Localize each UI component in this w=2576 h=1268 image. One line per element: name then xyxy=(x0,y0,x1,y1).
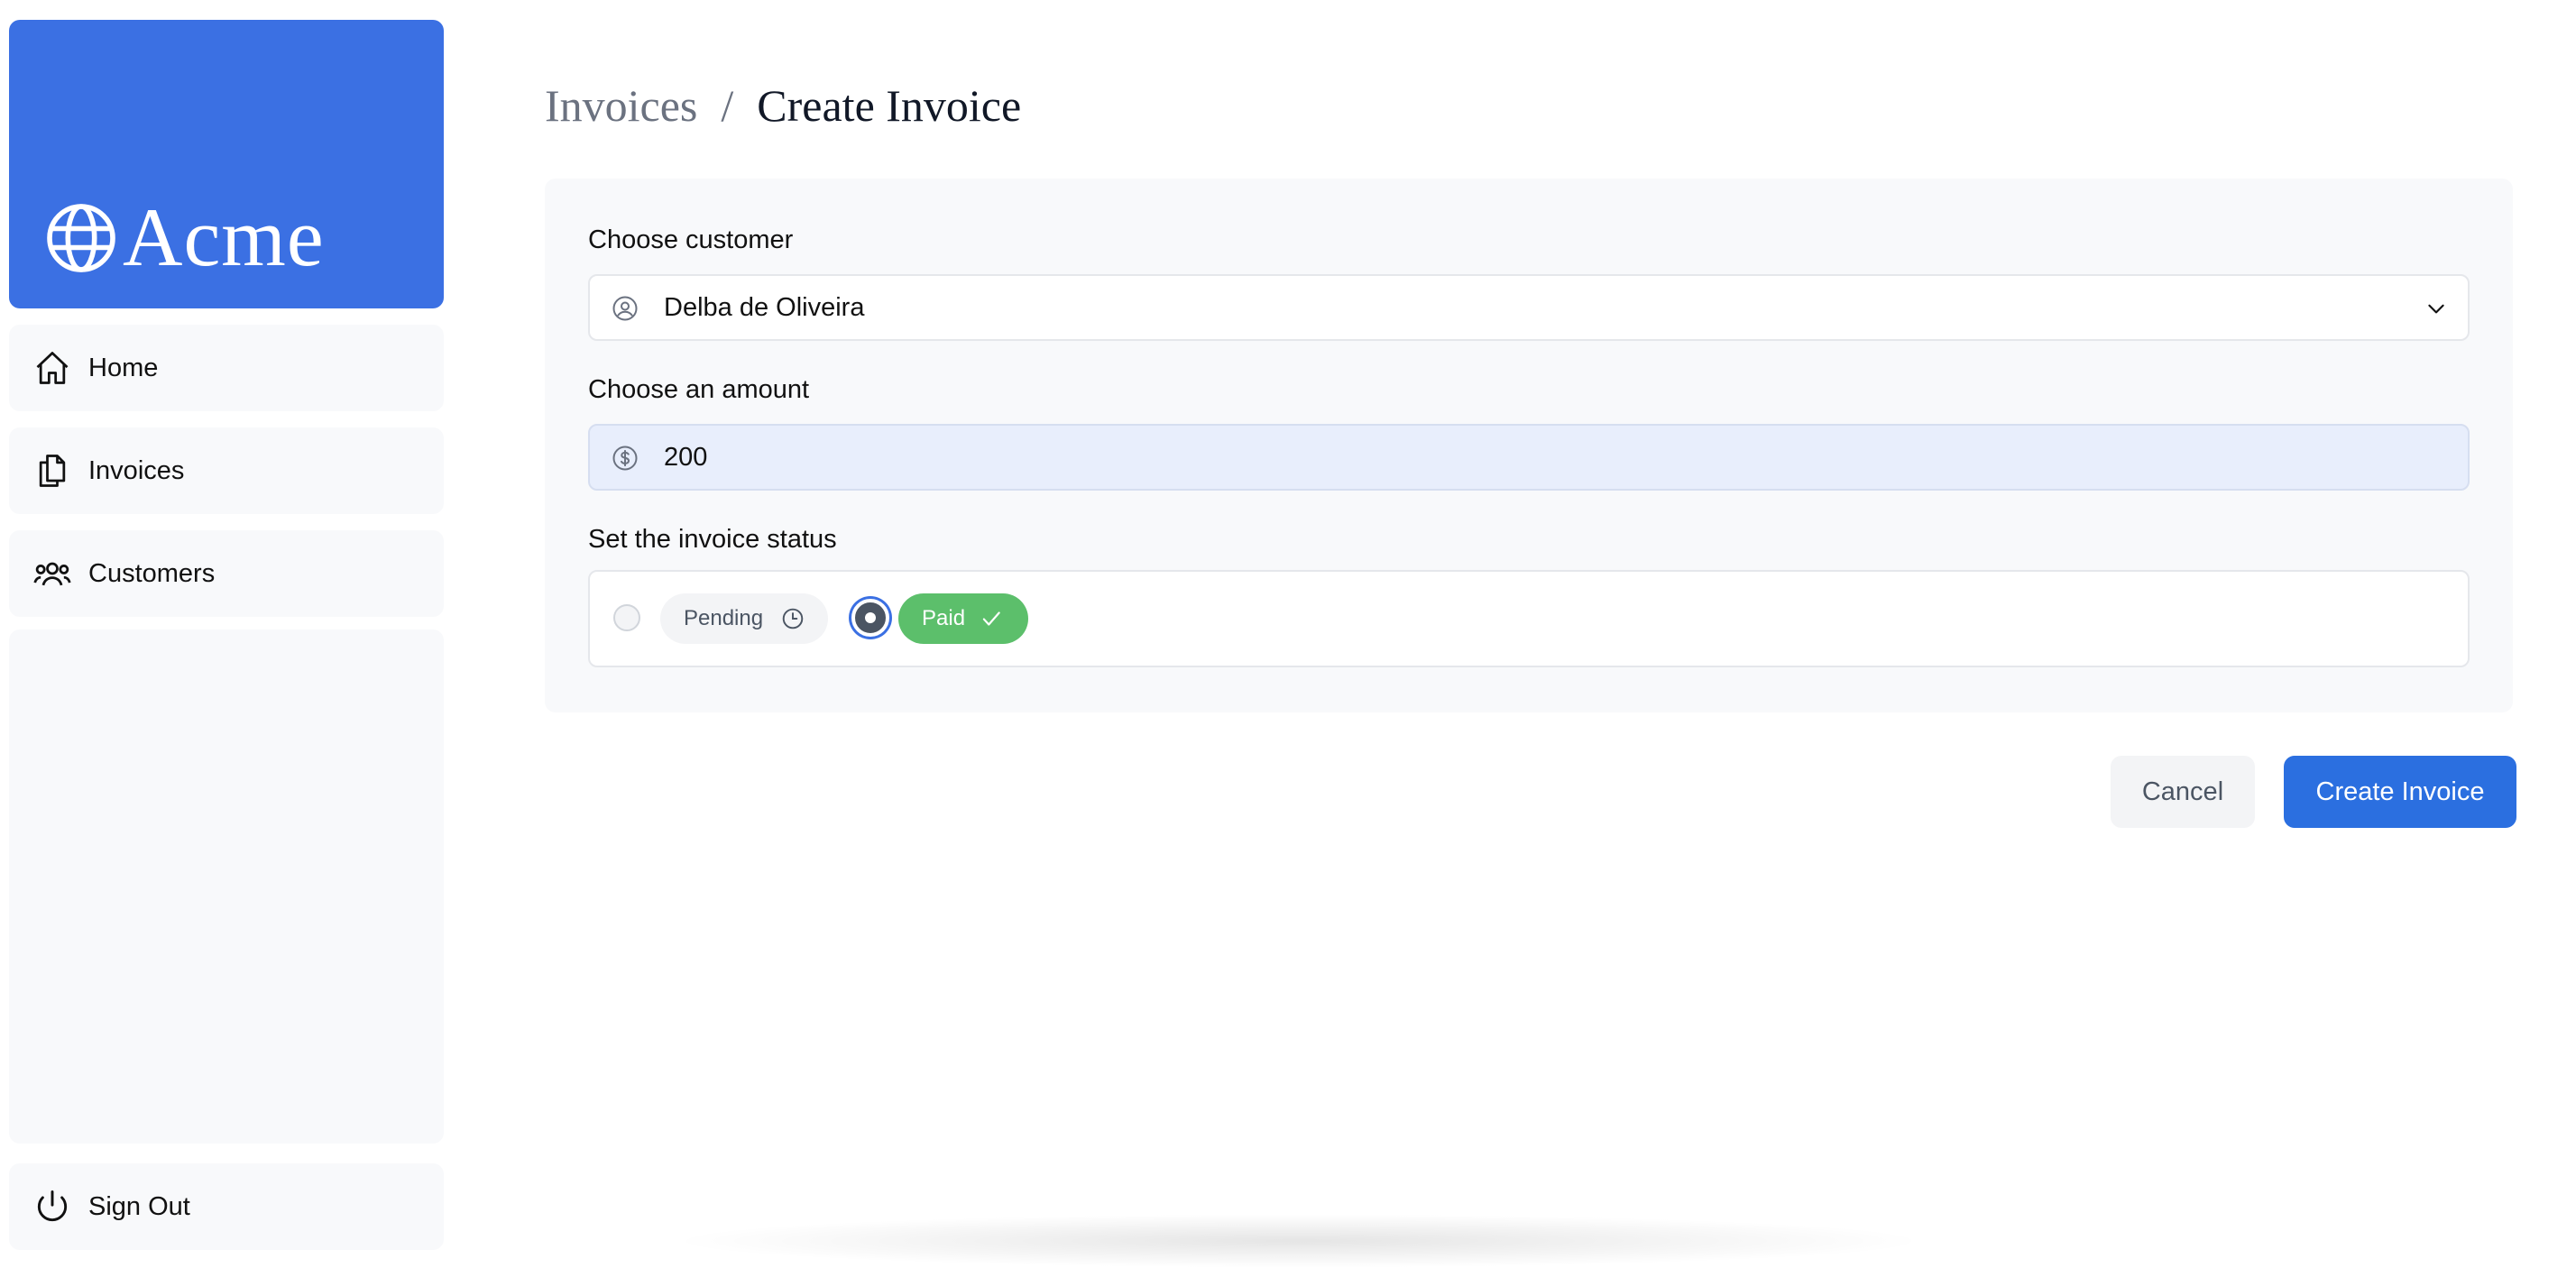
invoice-form: Choose customer Delba de Oliveira Choose… xyxy=(545,179,2513,712)
sidebar-item-label: Home xyxy=(88,354,159,382)
sidebar-item-invoices[interactable]: Invoices xyxy=(9,427,444,514)
customer-select[interactable]: Delba de Oliveira xyxy=(588,274,2470,341)
paid-text: Paid xyxy=(922,606,966,630)
sidebar-item-label: Invoices xyxy=(88,456,185,485)
check-icon xyxy=(982,611,1000,626)
pending-text: Pending xyxy=(684,606,764,630)
status-radio-group: Pending Paid xyxy=(588,570,2470,667)
breadcrumb-link-invoices[interactable]: Invoices xyxy=(545,74,697,137)
user-circle-icon xyxy=(612,296,638,321)
status-paid-label[interactable]: Paid xyxy=(898,593,1028,644)
status-label: Set the invoice status xyxy=(588,525,837,554)
customer-label: Choose customer xyxy=(588,225,794,254)
amount-value: 200 xyxy=(664,443,708,472)
amount-input[interactable]: 200 xyxy=(588,424,2470,491)
documents-icon xyxy=(39,455,66,487)
breadcrumb-separator: / xyxy=(721,80,734,131)
amount-label: Choose an amount xyxy=(588,375,810,404)
chevron-down-icon xyxy=(2428,304,2444,314)
status-pending-label[interactable]: Pending xyxy=(660,593,828,644)
power-icon xyxy=(37,1190,68,1222)
page-title: Create Invoice xyxy=(757,80,1022,131)
users-icon xyxy=(33,562,71,586)
brand-logo[interactable]: Acme xyxy=(9,20,444,308)
sidebar-item-home[interactable]: Home xyxy=(9,325,444,411)
home-icon xyxy=(36,352,69,384)
brand-name: Acme xyxy=(123,191,325,283)
customer-value: Delba de Oliveira xyxy=(664,293,865,322)
sidebar-spacer xyxy=(9,629,444,1144)
sidebar-item-customers[interactable]: Customers xyxy=(9,530,444,617)
globe-icon xyxy=(47,204,115,272)
radio-paid[interactable] xyxy=(851,599,889,637)
dollar-circle-icon xyxy=(612,446,638,471)
breadcrumb: Invoices / Create Invoice xyxy=(545,74,1021,137)
cancel-button[interactable]: Cancel xyxy=(2111,756,2255,828)
radio-pending[interactable] xyxy=(613,604,640,631)
sign-out-button[interactable]: Sign Out xyxy=(9,1163,444,1250)
sign-out-label: Sign Out xyxy=(88,1192,190,1221)
toast-shadow xyxy=(667,1214,1930,1268)
sidebar-item-label: Customers xyxy=(88,559,216,588)
create-invoice-button[interactable]: Create Invoice xyxy=(2284,756,2516,828)
clock-icon xyxy=(782,608,804,629)
